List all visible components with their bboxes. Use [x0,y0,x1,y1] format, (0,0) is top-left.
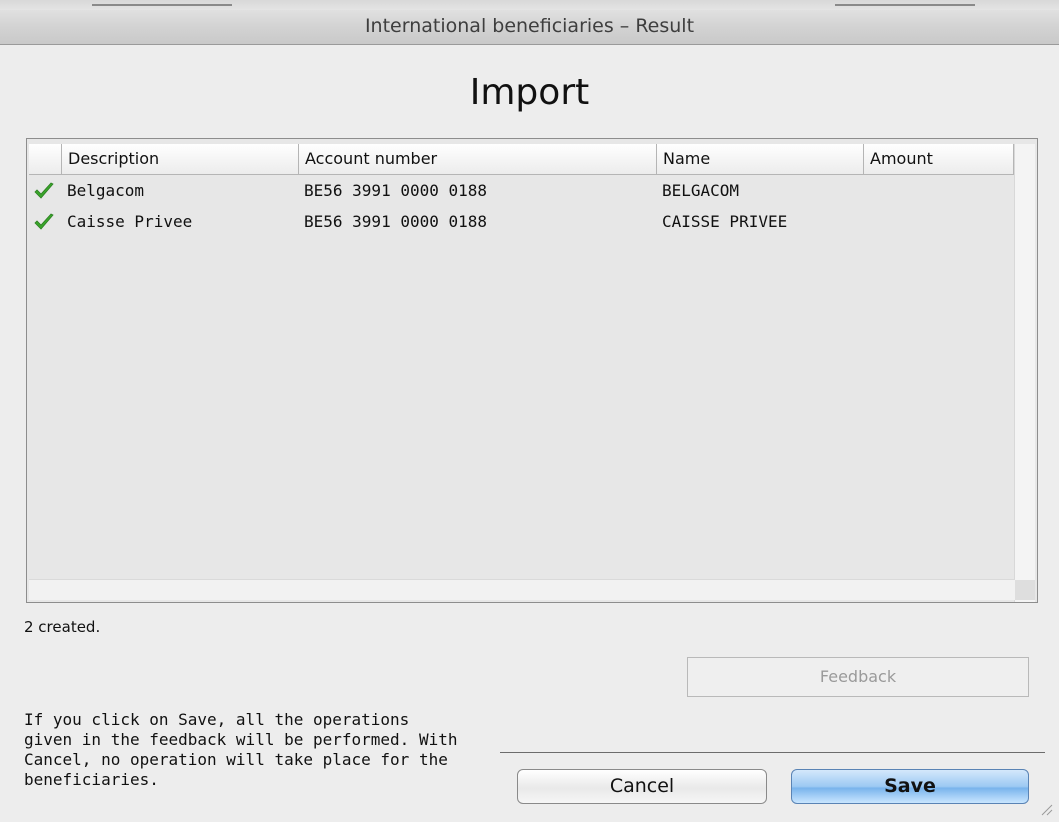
feedback-button[interactable]: Feedback [687,657,1029,697]
table-body: Belgacom BE56 3991 0000 0188 BELGACOM Ca… [29,176,1015,238]
title-bar-top-edge [0,0,1059,10]
cell-description: Caisse Privee [67,212,193,231]
column-header-account-number[interactable]: Account number [299,144,657,174]
cell-name: CAISSE PRIVEE [662,212,788,231]
checkmark-icon [34,182,54,199]
window-tab-nub [835,4,975,6]
divider [500,752,1045,753]
cell-name: BELGACOM [662,181,740,200]
vertical-scrollbar[interactable] [1014,144,1035,602]
horizontal-scrollbar[interactable] [29,579,1015,600]
column-header-name[interactable]: Name [657,144,864,174]
checkmark-icon [34,213,54,230]
column-header-status[interactable] [29,144,62,174]
save-button[interactable]: Save [791,769,1029,804]
column-header-amount[interactable]: Amount [864,144,1014,174]
info-text: If you click on Save, all the operations… [24,710,458,789]
cell-description: Belgacom [67,181,145,200]
cancel-button[interactable]: Cancel [517,769,767,804]
title-bar[interactable]: International beneficiaries – Result [0,0,1059,45]
status-text: 2 created. [24,618,101,636]
scrollbar-corner [1015,580,1035,600]
cell-account-number: BE56 3991 0000 0188 [304,212,488,231]
cell-account-number: BE56 3991 0000 0188 [304,181,488,200]
resize-grip-icon[interactable] [1039,802,1053,816]
window-title: International beneficiaries – Result [364,15,695,37]
window-tab-nub [92,4,232,6]
table-header: Description Account number Name Amount [29,144,1015,175]
dialog-window: International beneficiaries – Result Imp… [0,0,1059,822]
beneficiaries-table[interactable]: Description Account number Name Amount B… [26,138,1038,603]
table-row[interactable]: Belgacom BE56 3991 0000 0188 BELGACOM [29,176,1015,207]
column-header-description[interactable]: Description [62,144,299,174]
table-row[interactable]: Caisse Privee BE56 3991 0000 0188 CAISSE… [29,207,1015,238]
page-title: Import [469,72,590,113]
